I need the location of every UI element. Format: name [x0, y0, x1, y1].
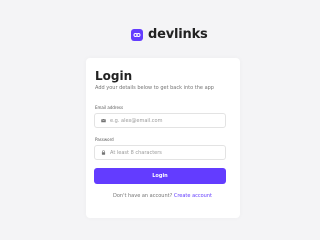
email-input[interactable]: [110, 115, 220, 126]
password-field[interactable]: [94, 145, 226, 160]
link-logo-icon: [131, 28, 143, 41]
lock-icon: [101, 150, 106, 155]
login-button[interactable]: Login: [94, 168, 226, 184]
email-label: Email address: [95, 105, 124, 110]
app-logo: devlinks: [131, 27, 208, 42]
envelope-icon: [101, 118, 106, 123]
password-label: Password: [95, 137, 114, 142]
login-subtitle: Add your details below to get back into …: [95, 85, 214, 91]
login-title: Login: [95, 69, 133, 83]
email-field[interactable]: [94, 113, 226, 128]
create-account-link[interactable]: Create account: [174, 193, 212, 199]
password-input[interactable]: [110, 147, 220, 158]
signup-prompt: Don't have an account? Create account: [113, 193, 212, 199]
signup-prompt-text: Don't have an account?: [113, 193, 173, 199]
app-name: devlinks: [148, 27, 208, 42]
